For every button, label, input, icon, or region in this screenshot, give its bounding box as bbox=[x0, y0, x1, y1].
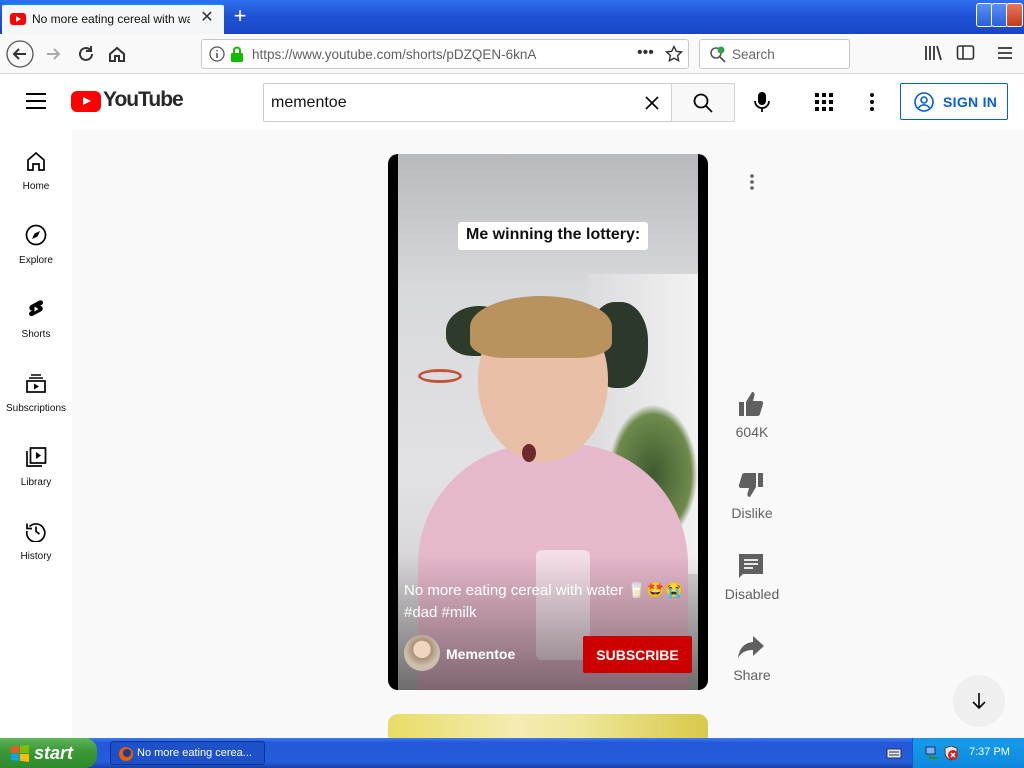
search-button[interactable] bbox=[671, 83, 735, 122]
new-tab-icon[interactable]: + bbox=[230, 5, 250, 27]
browser-tab[interactable]: No more eating cereal with water ✕ bbox=[2, 3, 224, 34]
youtube-masthead: YouTube mementoe SIGN IN bbox=[0, 74, 1024, 130]
guide-label-library: Library bbox=[20, 477, 52, 488]
home-button-icon[interactable] bbox=[103, 40, 131, 68]
account-icon bbox=[914, 92, 934, 112]
back-button[interactable] bbox=[6, 40, 34, 68]
next-video-button[interactable] bbox=[953, 675, 1005, 727]
browser-search-field[interactable]: Search bbox=[699, 39, 850, 69]
page-actions-icon[interactable]: ••• bbox=[637, 44, 654, 62]
reload-icon[interactable] bbox=[72, 40, 100, 68]
guide-label-explore: Explore bbox=[19, 255, 53, 266]
system-tray: 7:37 PM bbox=[912, 738, 1024, 768]
windows-flag-icon bbox=[10, 744, 30, 762]
share-button[interactable] bbox=[737, 633, 765, 661]
shorts-video-player[interactable]: Me winning the lottery: No more eating c… bbox=[388, 154, 708, 690]
comments-disabled-label: Disabled bbox=[724, 586, 780, 602]
guide-item-library[interactable]: Library bbox=[0, 426, 72, 500]
compass-icon bbox=[25, 224, 47, 246]
guide-label-history: History bbox=[20, 551, 52, 562]
youtube-favicon-icon bbox=[10, 13, 26, 25]
windows-taskbar: start No more eating cerea... 7:37 PM bbox=[0, 738, 1024, 768]
network-icon[interactable] bbox=[925, 745, 941, 761]
settings-more-icon[interactable] bbox=[869, 92, 875, 112]
firefox-icon bbox=[118, 746, 134, 762]
guide-item-home[interactable]: Home bbox=[0, 130, 72, 204]
youtube-logo-text[interactable]: YouTube bbox=[103, 88, 184, 112]
sign-in-button[interactable]: SIGN IN bbox=[900, 83, 1008, 120]
search-icon bbox=[693, 93, 713, 113]
short-title: No more eating cereal with water 🥛🤩😭 #da… bbox=[404, 582, 684, 621]
dislike-button[interactable] bbox=[737, 471, 765, 499]
sign-in-label: SIGN IN bbox=[943, 94, 998, 110]
home-icon bbox=[25, 150, 47, 172]
apps-grid-icon[interactable] bbox=[815, 93, 833, 111]
url-text: https://www.youtube.com/shorts/pDZQEN-6k… bbox=[252, 47, 537, 62]
address-bar[interactable]: https://www.youtube.com/shorts/pDZQEN-6k… bbox=[201, 39, 689, 69]
browser-search-placeholder: Search bbox=[732, 47, 775, 62]
like-count: 604K bbox=[735, 424, 769, 440]
history-icon bbox=[25, 520, 47, 543]
search-input[interactable]: mementoe bbox=[263, 83, 672, 122]
youtube-logo-icon[interactable] bbox=[71, 91, 101, 112]
channel-name[interactable]: Mementoe bbox=[446, 646, 515, 662]
person-mouth bbox=[522, 444, 536, 462]
person-hair bbox=[470, 296, 612, 358]
guide-item-explore[interactable]: Explore bbox=[0, 204, 72, 278]
guide-label-shorts: Shorts bbox=[21, 329, 51, 340]
more-actions-icon[interactable] bbox=[742, 172, 762, 192]
library-toolbar-icon[interactable] bbox=[924, 44, 944, 62]
subscriptions-icon bbox=[25, 372, 47, 394]
dislike-label: Dislike bbox=[731, 505, 773, 521]
clear-search-icon[interactable] bbox=[644, 95, 660, 111]
start-button[interactable]: start bbox=[0, 738, 97, 768]
share-label: Share bbox=[733, 667, 771, 683]
shorts-icon bbox=[25, 298, 47, 320]
like-button[interactable] bbox=[737, 390, 765, 418]
taskbar-window-label: No more eating cerea... bbox=[137, 747, 252, 759]
scene-basketball-hoop bbox=[418, 369, 462, 383]
taskbar-window-button[interactable]: No more eating cerea... bbox=[110, 741, 265, 765]
hamburger-menu-icon[interactable] bbox=[996, 44, 1014, 62]
search-query-text: mementoe bbox=[271, 94, 347, 111]
library-icon bbox=[25, 446, 47, 468]
mini-guide: Home Explore Shorts Subscriptions Librar… bbox=[0, 130, 72, 738]
voice-search-icon[interactable] bbox=[752, 90, 772, 114]
video-overlay-caption: Me winning the lottery: bbox=[458, 222, 649, 250]
sidebar-toggle-icon[interactable] bbox=[956, 44, 976, 62]
bookmark-star-icon[interactable] bbox=[665, 45, 683, 63]
lock-icon bbox=[230, 46, 244, 62]
tab-close-icon[interactable]: ✕ bbox=[198, 9, 216, 27]
guide-item-shorts[interactable]: Shorts bbox=[0, 278, 72, 352]
taskbar-clock: 7:37 PM bbox=[969, 746, 1010, 758]
comments-button[interactable] bbox=[737, 552, 765, 580]
forward-button[interactable] bbox=[40, 40, 68, 68]
guide-label-home: Home bbox=[22, 181, 50, 192]
subscribe-button[interactable]: SUBSCRIBE bbox=[583, 636, 692, 673]
tab-title: No more eating cereal with water bbox=[32, 12, 190, 26]
channel-avatar[interactable] bbox=[404, 635, 440, 671]
close-window-button[interactable] bbox=[1006, 3, 1023, 27]
security-alert-icon[interactable] bbox=[943, 745, 959, 761]
info-icon[interactable] bbox=[209, 46, 225, 62]
guide-label-subscriptions: Subscriptions bbox=[5, 403, 67, 414]
arrow-down-icon bbox=[969, 691, 989, 711]
browser-toolbar: https://www.youtube.com/shorts/pDZQEN-6k… bbox=[0, 34, 1024, 74]
guide-item-subscriptions[interactable]: Subscriptions bbox=[0, 352, 72, 426]
next-short-thumbnail[interactable] bbox=[388, 714, 708, 738]
guide-item-history[interactable]: History bbox=[0, 500, 72, 574]
subscribe-label: SUBSCRIBE bbox=[596, 647, 679, 663]
start-label: start bbox=[34, 743, 74, 763]
keyboard-icon[interactable] bbox=[886, 746, 902, 760]
guide-menu-icon[interactable] bbox=[25, 91, 47, 111]
browser-tab-strip: No more eating cereal with water ✕ + bbox=[0, 0, 1024, 34]
search-engine-icon bbox=[709, 46, 727, 64]
